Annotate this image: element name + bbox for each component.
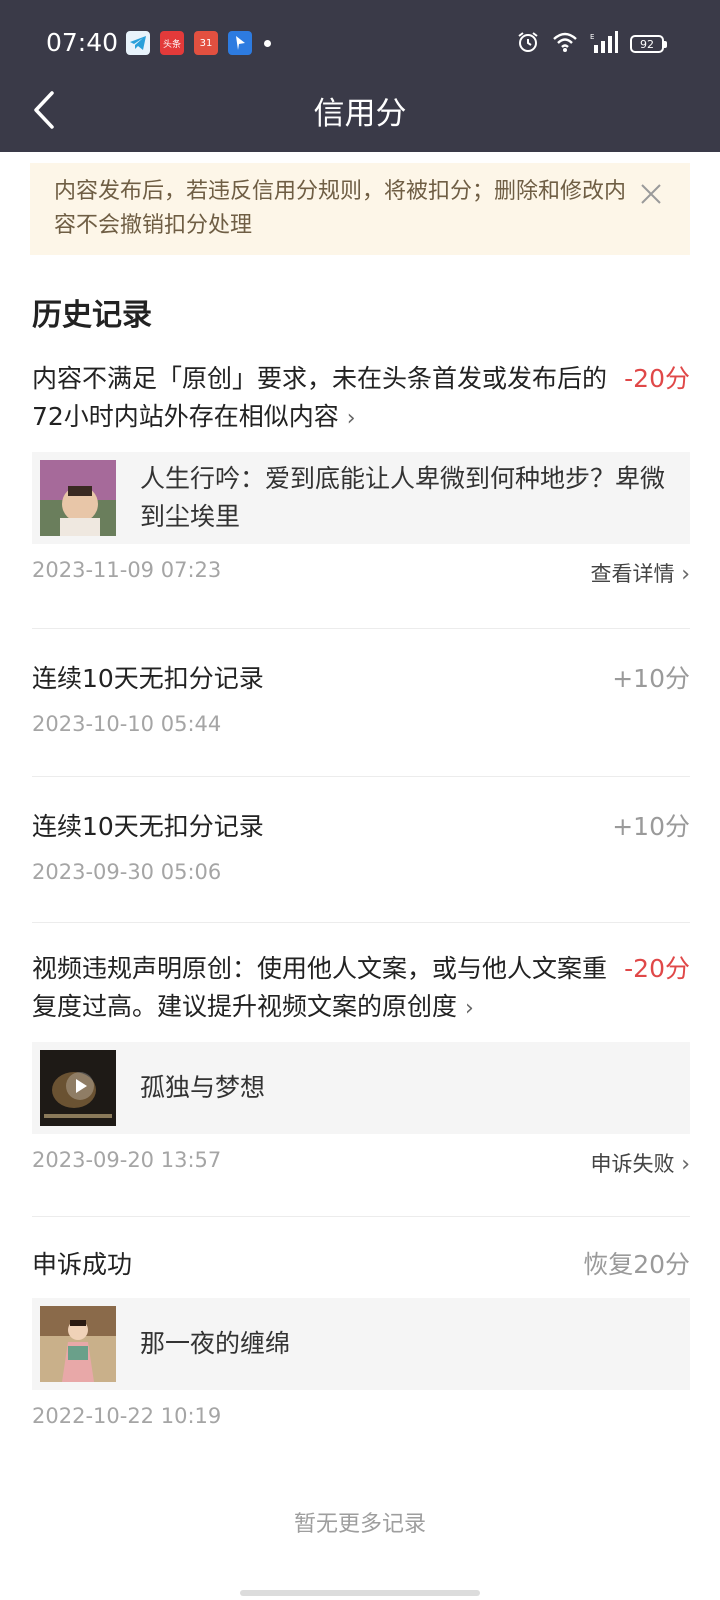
page-title: 信用分 [313, 96, 407, 132]
wifi-icon [552, 31, 578, 57]
history-record[interactable]: 视频违规声明原创：使用他人文案，或与他人文案重复度过高。建议提升视频文案的原创度… [32, 950, 690, 1194]
record-date: 2023-09-30 05:06 [32, 860, 222, 884]
telegram-icon [126, 31, 150, 55]
chevron-right-icon: › [681, 562, 690, 587]
content-title: 那一夜的缠绵 [140, 1329, 291, 1358]
content-thumbnail [40, 460, 116, 536]
divider [32, 1216, 690, 1217]
chevron-right-icon: › [681, 1152, 690, 1177]
record-date: 2023-10-10 05:44 [32, 712, 222, 736]
record-score: -20分 [624, 954, 690, 983]
close-notice-button[interactable] [638, 181, 664, 207]
divider [32, 922, 690, 923]
more-notifications-dot [264, 39, 271, 47]
navigation-icon [228, 31, 252, 55]
content-title: 孤独与梦想 [140, 1073, 266, 1102]
app-header: 07:40 头条 31 E 92 信用分 [0, 0, 720, 152]
notice-banner: 内容发布后，若违反信用分规则，将被扣分；删除和修改内容不会撤销扣分处理 [30, 163, 690, 255]
calendar-icon: 31 [194, 31, 218, 55]
record-title: 连续10天无扣分记录 [32, 812, 264, 841]
status-time: 07:40 [46, 28, 119, 57]
status-bar: 07:40 头条 31 E 92 [0, 0, 720, 88]
no-more-records-text: 暂无更多记录 [293, 1512, 426, 1537]
record-meta: 2023-11-09 07:23 查看详情 › [32, 544, 690, 604]
notification-icons: 头条 31 [126, 31, 271, 55]
content-card[interactable]: 孤独与梦想 [32, 1042, 690, 1134]
record-date: 2023-09-20 13:57 [32, 1148, 222, 1172]
record-date: 2022-10-22 10:19 [32, 1404, 222, 1428]
record-score: +10分 [612, 664, 690, 693]
content-thumbnail [40, 1306, 116, 1382]
record-score: -20分 [624, 364, 690, 393]
divider [32, 776, 690, 777]
record-meta: 2023-10-10 05:44 [32, 698, 690, 758]
alarm-icon [516, 30, 540, 58]
notice-text: 内容发布后，若违反信用分规则，将被扣分；删除和修改内容不会撤销扣分处理 [54, 179, 627, 238]
toutiao-icon: 头条 [160, 31, 184, 55]
svg-text:E: E [590, 33, 594, 41]
record-meta: 2023-09-30 05:06 [32, 846, 690, 906]
video-thumbnail [40, 1050, 116, 1126]
battery-icon: 92 [630, 35, 667, 53]
chevron-right-icon: › [346, 406, 356, 431]
record-title: 连续10天无扣分记录 [32, 664, 264, 693]
nav-bar: 信用分 [0, 76, 720, 152]
content-title: 人生行吟：爱到底能让人卑微到何种地步？卑微到尘埃里 [140, 464, 666, 531]
home-indicator[interactable] [240, 1590, 480, 1596]
history-record[interactable]: 内容不满足「原创」要求，未在头条首发或发布后的72小时内站外存在相似内容 › -… [32, 360, 690, 604]
history-record: 连续10天无扣分记录 +10分 2023-10-10 05:44 [32, 660, 690, 758]
content-card[interactable]: 人生行吟：爱到底能让人卑微到何种地步？卑微到尘埃里 [32, 452, 690, 544]
record-score: 恢复20分 [583, 1250, 690, 1279]
record-date: 2023-11-09 07:23 [32, 558, 222, 582]
history-record[interactable]: 申诉成功 恢复20分 那一夜的缠绵 2022-10-22 10:19 [32, 1246, 690, 1450]
signal-icon: E [590, 31, 618, 57]
record-title: 内容不满足「原创」要求，未在头条首发或发布后的72小时内站外存在相似内容 › [32, 364, 608, 431]
record-title: 申诉成功 [32, 1250, 133, 1279]
content-card[interactable]: 那一夜的缠绵 [32, 1298, 690, 1390]
divider [32, 628, 690, 629]
view-details-link[interactable]: 查看详情 › [591, 558, 691, 588]
record-meta: 2022-10-22 10:19 [32, 1390, 690, 1450]
history-record: 连续10天无扣分记录 +10分 2023-09-30 05:06 [32, 808, 690, 906]
record-title: 视频违规声明原创：使用他人文案，或与他人文案重复度过高。建议提升视频文案的原创度… [32, 954, 608, 1021]
status-right-icons: E 92 [516, 30, 667, 58]
record-meta: 2023-09-20 13:57 申诉失败 › [32, 1134, 690, 1194]
appeal-status-link[interactable]: 申诉失败 › [591, 1148, 691, 1178]
history-section-title: 历史记录 [32, 298, 152, 333]
chevron-right-icon: › [464, 996, 474, 1021]
close-icon [641, 184, 661, 204]
record-score: +10分 [612, 812, 690, 841]
